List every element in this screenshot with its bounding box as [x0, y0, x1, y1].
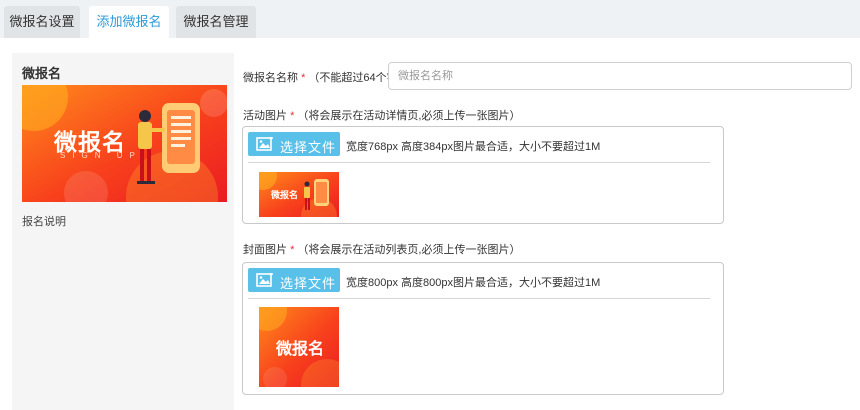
main-content: 微报名 微报名 SIGN UP 报名说明 微报名名称 * （不能超过64个字） …	[0, 38, 860, 410]
thumbnail-text: 微报名	[271, 190, 299, 200]
cover-size-note: 宽度800px 高度800px图片最合适，大小不要超过1M	[346, 277, 601, 289]
choose-file-label: 选择文件	[280, 140, 337, 155]
activity-size-note: 宽度768px 高度384px图片最合适，大小不要超过1M	[346, 141, 601, 153]
tab-signup-settings[interactable]: 微报名设置	[4, 6, 80, 38]
required-mark: *	[301, 72, 306, 84]
mobile-preview: 微报名 微报名 SIGN UP 报名说明	[12, 53, 234, 410]
cover-image-thumbnail: 微报名	[259, 307, 339, 387]
divider	[248, 162, 710, 163]
preview-title: 微报名	[22, 66, 62, 81]
required-mark: *	[290, 244, 295, 256]
choose-file-label: 选择文件	[280, 276, 337, 291]
required-mark: *	[290, 110, 295, 122]
banner-subtext: SIGN UP	[60, 151, 142, 160]
signup-name-input[interactable]	[388, 62, 852, 90]
divider	[248, 298, 710, 299]
activity-choose-file-button[interactable]: 选择文件	[248, 132, 340, 156]
image-upload-icon	[256, 273, 273, 287]
cover-image-hint: （将会展示在活动列表页,必须上传一张图片）	[297, 244, 521, 256]
name-label-text: 微报名名称	[243, 72, 298, 84]
cover-image-label-text: 封面图片	[243, 244, 287, 256]
name-label: 微报名名称 * （不能超过64个字）	[243, 69, 409, 85]
tab-signup-management[interactable]: 微报名管理	[176, 6, 256, 38]
thumbnail-text: 微报名	[276, 341, 325, 358]
tab-add-signup[interactable]: 添加微报名	[89, 6, 169, 39]
activity-image-label-text: 活动图片	[243, 110, 287, 122]
cover-choose-file-button[interactable]: 选择文件	[248, 268, 340, 292]
cover-image-label: 封面图片 * （将会展示在活动列表页,必须上传一张图片）	[243, 241, 520, 257]
preview-description-label: 报名说明	[22, 216, 66, 228]
image-upload-icon	[256, 137, 273, 151]
preview-banner-image: 微报名 SIGN UP	[22, 85, 227, 202]
activity-image-hint: （将会展示在活动详情页,必须上传一张图片）	[297, 110, 521, 122]
activity-image-label: 活动图片 * （将会展示在活动详情页,必须上传一张图片）	[243, 107, 520, 123]
activity-image-upload: 选择文件 宽度768px 高度384px图片最合适，大小不要超过1M 微报名	[242, 126, 724, 224]
cover-image-upload: 选择文件 宽度800px 高度800px图片最合适，大小不要超过1M 微报名	[242, 262, 724, 395]
tab-bar: 微报名设置 添加微报名 微报名管理	[0, 0, 860, 39]
activity-image-thumbnail: 微报名	[259, 172, 339, 217]
